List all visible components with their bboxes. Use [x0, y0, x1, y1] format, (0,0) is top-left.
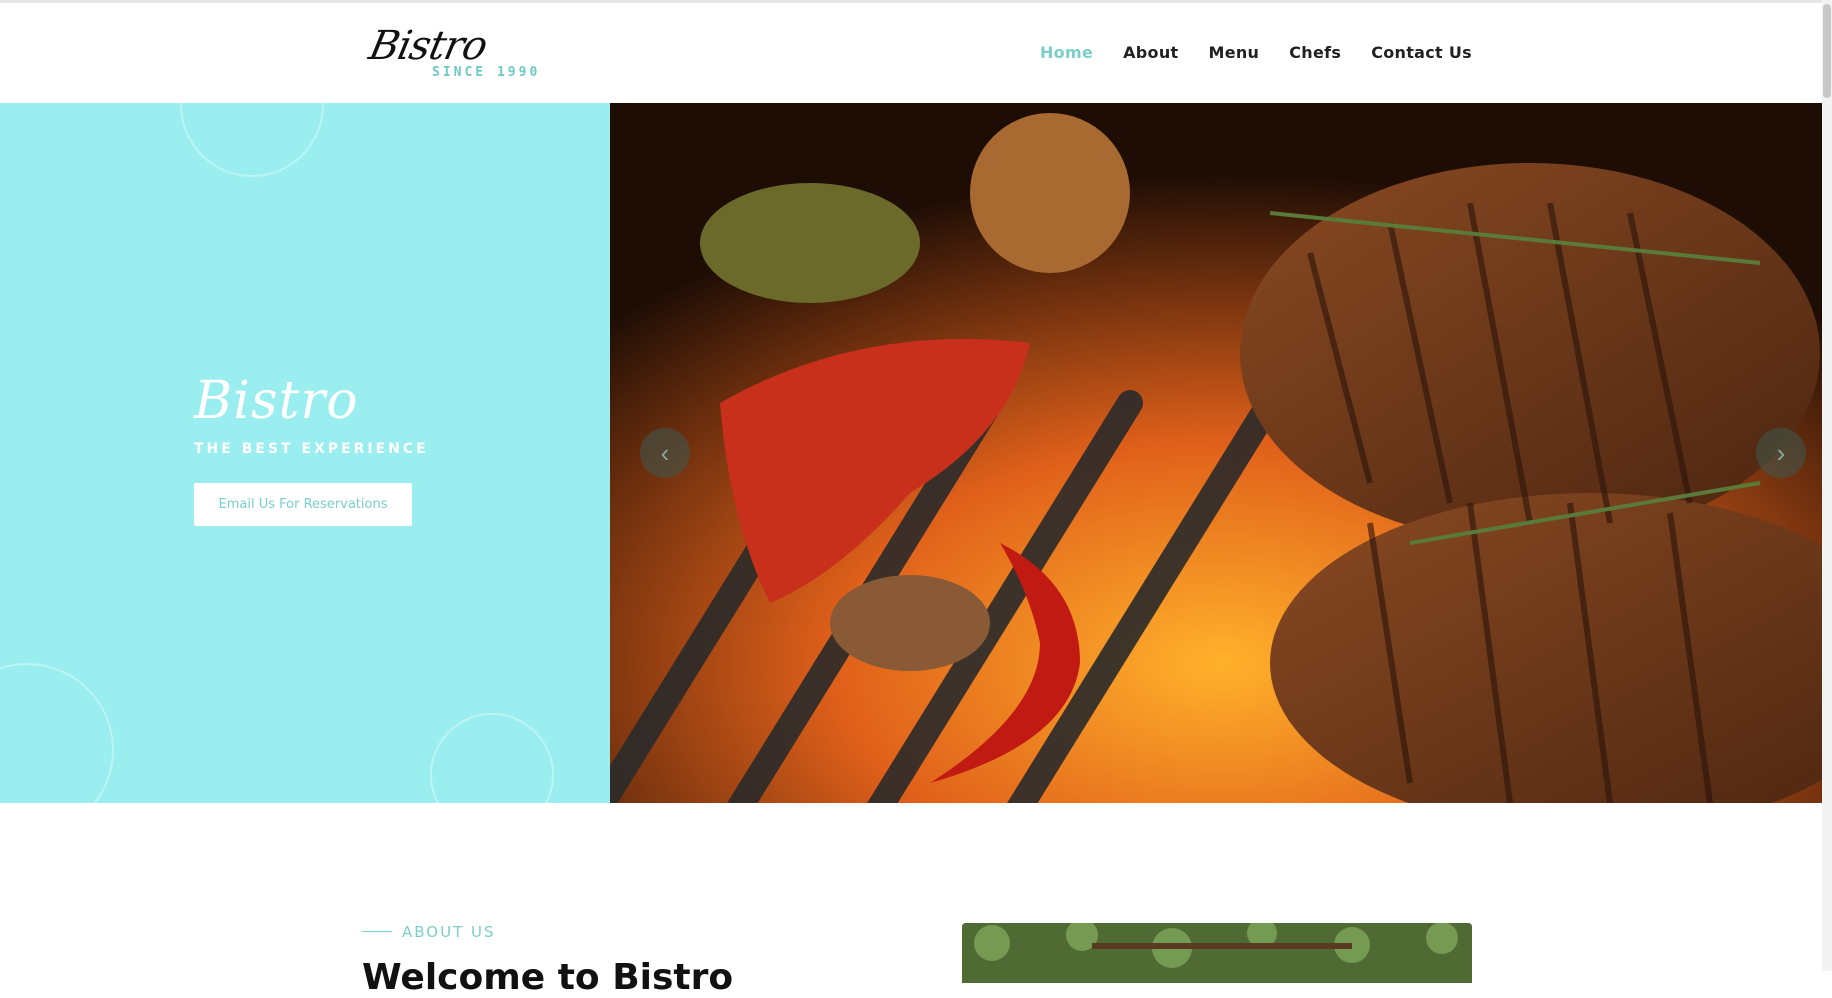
main-nav: Home About Menu Chefs Contact Us — [1040, 43, 1472, 62]
site-header: Bistro SINCE 1990 Home About Menu Chefs … — [0, 3, 1832, 104]
nav-item-contact-us[interactable]: Contact Us — [1371, 43, 1472, 62]
about-label: ABOUT US — [402, 923, 496, 941]
nav-item-chefs[interactable]: Chefs — [1289, 43, 1341, 62]
nav-item-about[interactable]: About — [1123, 43, 1178, 62]
slider-next-button[interactable]: › — [1756, 428, 1806, 478]
chevron-right-icon: › — [1776, 437, 1786, 468]
logo-script-text: Bistro — [365, 23, 491, 69]
hero-food-image — [610, 103, 1832, 803]
about-accent-line — [362, 931, 392, 932]
hero-subtitle: THE BEST EXPERIENCE — [194, 441, 429, 457]
reservation-button[interactable]: Email Us For Reservations — [194, 483, 412, 526]
scrollbar-thumb[interactable] — [1823, 4, 1831, 98]
chevron-left-icon: ‹ — [660, 437, 670, 468]
grill-food-illustration — [610, 103, 1832, 803]
logo-since-text: SINCE 1990 — [432, 65, 541, 80]
decorative-circle — [0, 663, 114, 803]
hero-text-panel: Bistro THE BEST EXPERIENCE Email Us For … — [0, 103, 610, 803]
nav-item-menu[interactable]: Menu — [1208, 43, 1259, 62]
decorative-circle — [430, 713, 554, 803]
about-image — [962, 923, 1472, 983]
restaurant-garden-illustration — [962, 923, 1472, 983]
slider-prev-button[interactable]: ‹ — [640, 428, 690, 478]
about-heading: Welcome to Bistro — [362, 957, 734, 998]
site-logo[interactable]: Bistro SINCE 1990 — [365, 23, 550, 93]
decorative-circle — [180, 103, 324, 177]
hero-title: Bistro — [194, 371, 359, 431]
nav-item-home[interactable]: Home — [1040, 43, 1093, 62]
page-scrollbar[interactable] — [1822, 0, 1832, 971]
